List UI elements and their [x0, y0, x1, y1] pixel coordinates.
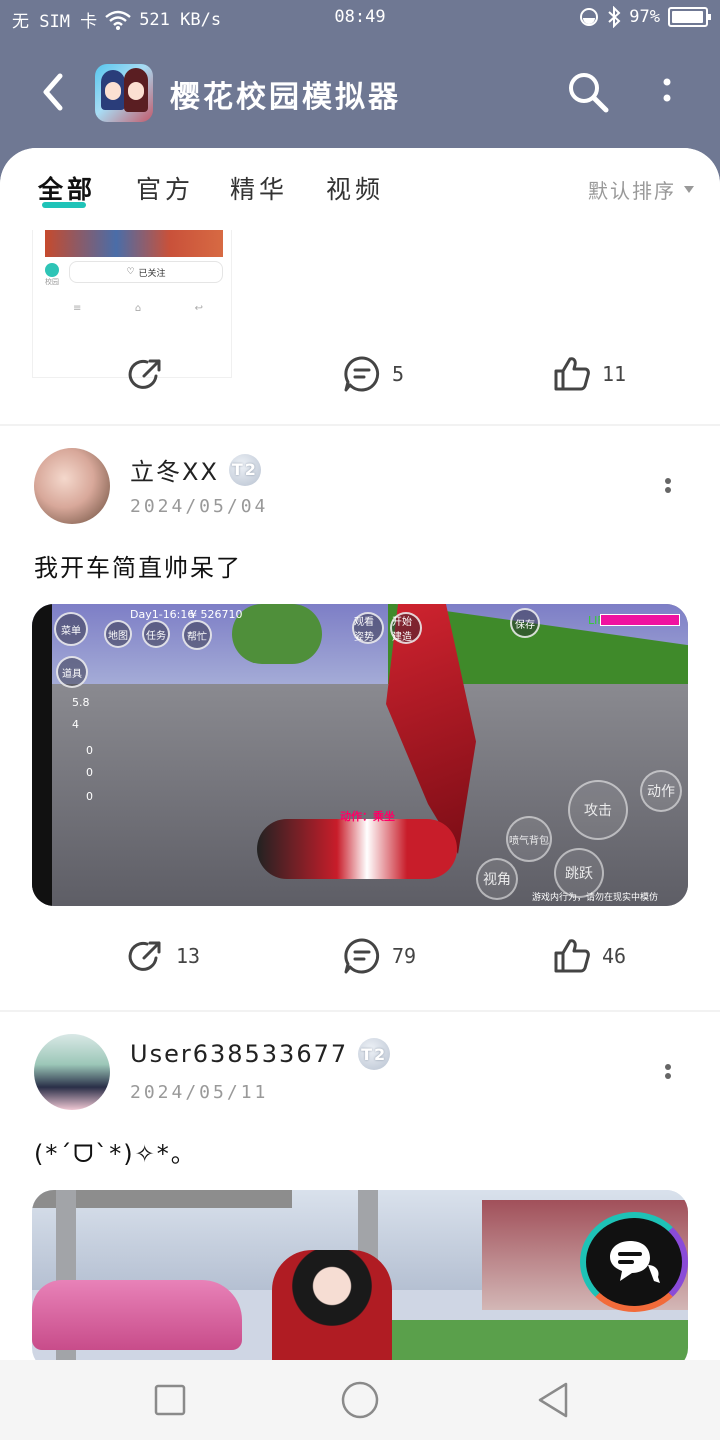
- tab-active-indicator: [42, 202, 86, 208]
- more-options-icon[interactable]: [660, 474, 676, 504]
- hud-day: Day1-16:16: [130, 608, 195, 621]
- caret-down-icon: [684, 186, 694, 193]
- hud-stat-5: 0: [86, 790, 93, 803]
- hud-stat-3: 0: [86, 744, 93, 757]
- tab-bar: 全部 官方 精华 视频 默认排序: [0, 148, 720, 230]
- hud-action-button: 动作: [640, 770, 682, 812]
- hud-props-button: 道具: [56, 656, 88, 688]
- tab-official[interactable]: 官方: [136, 170, 194, 206]
- battery-percent: 97%: [629, 7, 660, 27]
- avatar[interactable]: [34, 1034, 110, 1110]
- sort-label: 默认排序: [588, 179, 676, 203]
- post-actions: 13 79 46: [0, 926, 720, 986]
- share-count: 13: [176, 944, 201, 968]
- partial-avatar: [45, 263, 59, 277]
- comment-count: 79: [392, 944, 417, 968]
- partial-follow-button: ♡ 已关注: [69, 261, 223, 283]
- hud-help-button: 帮忙: [182, 620, 212, 650]
- hud-stat-2: 4: [72, 718, 79, 731]
- tab-featured[interactable]: 精华: [230, 170, 288, 206]
- page-title: 樱花校园模拟器: [170, 80, 401, 115]
- hud-spray-button: 喷气背包: [506, 816, 552, 862]
- partial-avatar-label: 校园: [45, 278, 59, 286]
- share-button[interactable]: 13: [126, 936, 200, 976]
- hud-map-button: 地图: [104, 620, 132, 648]
- like-count: 11: [602, 362, 627, 386]
- post-divider: [0, 424, 720, 426]
- post-image[interactable]: 菜单 Day1-16:16 ¥ 526710 地图 任务 帮忙 道具 5.8 4…: [32, 604, 688, 906]
- thumbs-up-icon: [554, 357, 590, 391]
- hud-start-button: 开始 建造: [390, 612, 422, 644]
- username: User638533677: [130, 1040, 349, 1068]
- post-divider: [0, 1010, 720, 1012]
- hud-stat-1: 5.8: [72, 696, 90, 709]
- app-icon: [95, 64, 153, 122]
- hud-save-button: 保存: [510, 608, 540, 638]
- circle-icon[interactable]: [340, 1380, 380, 1420]
- menu-icon: ≡: [73, 303, 82, 314]
- partial-image-strip: [45, 229, 223, 257]
- hud-warning: 游戏内行为，请勿在现实中模仿: [532, 893, 659, 903]
- dnd-icon: [580, 8, 599, 26]
- level-badge-icon: T2: [228, 453, 261, 486]
- comment-button[interactable]: 5: [342, 354, 404, 394]
- chat-bubble-icon: [610, 1241, 660, 1283]
- more-options-icon[interactable]: [660, 1060, 676, 1090]
- username: 立冬XX: [130, 458, 219, 486]
- hud-angle-button: 视角: [476, 858, 518, 900]
- level-badge-icon: T2: [358, 1038, 391, 1070]
- square-icon[interactable]: [150, 1380, 190, 1420]
- thumbs-up-icon: [554, 939, 590, 973]
- share-button[interactable]: [126, 354, 176, 394]
- partial-post-actions: 5 11: [0, 344, 720, 404]
- post-author[interactable]: 立冬XX T2: [130, 452, 261, 487]
- content-card: 全部 官方 精华 视频 默认排序 校园 ♡ 已关注 ≡ ⌂ ↩ 5 11 立冬X…: [0, 148, 720, 1360]
- return-icon: ↩: [194, 303, 203, 314]
- comment-count: 5: [392, 362, 405, 386]
- app-header: 樱花校园模拟器: [0, 36, 720, 148]
- like-button[interactable]: 46: [552, 936, 626, 976]
- tab-all[interactable]: 全部: [38, 170, 96, 206]
- comment-button[interactable]: 79: [342, 936, 416, 976]
- post-date: 2024/05/11: [130, 1082, 269, 1103]
- hud-stat-4: 0: [86, 766, 93, 779]
- battery-icon: [668, 7, 711, 27]
- partial-nav-icons: ≡ ⌂ ↩: [73, 303, 203, 314]
- post-date: 2024/05/04: [130, 496, 269, 517]
- hud-attack-button: 攻击: [568, 780, 628, 840]
- hud-view-button: 观看 姿势: [352, 612, 384, 644]
- tab-video[interactable]: 视频: [326, 170, 384, 206]
- hud-life-bar: [600, 614, 680, 626]
- system-nav-bar: [0, 1360, 720, 1440]
- triangle-back-icon[interactable]: [534, 1380, 574, 1420]
- more-vertical-icon[interactable]: [652, 74, 682, 110]
- comment-icon: [344, 938, 380, 974]
- like-count: 46: [602, 944, 627, 968]
- partial-follow-label: 已关注: [138, 268, 166, 279]
- home-icon: ⌂: [134, 303, 142, 314]
- status-bar: 无 SIM 卡 521 KB/s 08:49 97%: [0, 0, 720, 36]
- back-arrow-icon[interactable]: [36, 70, 70, 114]
- avatar[interactable]: [34, 448, 110, 524]
- share-icon: [128, 941, 161, 971]
- share-icon: [128, 359, 161, 389]
- search-icon[interactable]: [566, 70, 610, 114]
- post-author[interactable]: User638533677 T2: [130, 1038, 391, 1070]
- chat-fab-button[interactable]: [580, 1212, 688, 1312]
- hud-menu-button: 菜单: [54, 612, 88, 646]
- post-text: 我开车简直帅呆了: [34, 554, 242, 582]
- heart-outline-icon: ♡: [126, 267, 135, 277]
- bluetooth-icon: [608, 6, 621, 28]
- post-text: (*ˊᗜˋ*)✧*。: [34, 1140, 197, 1168]
- hud-task-button: 任务: [142, 620, 170, 648]
- sort-dropdown[interactable]: 默认排序: [588, 175, 694, 204]
- hud-action-label: 动作：乘坐: [340, 810, 395, 823]
- like-button[interactable]: 11: [552, 354, 626, 394]
- comment-icon: [344, 356, 380, 392]
